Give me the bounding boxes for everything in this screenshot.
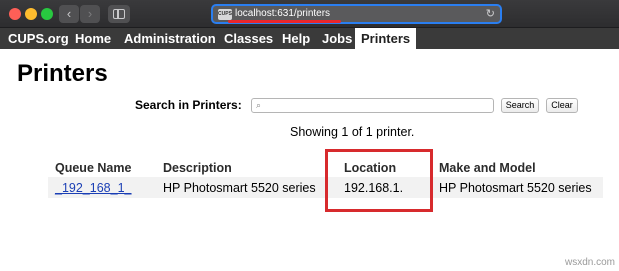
reload-icon[interactable]: ↻ bbox=[486, 6, 495, 22]
nav-link-classes[interactable]: Classes bbox=[224, 28, 273, 49]
cups-nav-bar: CUPS.org Home Administration Classes Hel… bbox=[0, 28, 619, 49]
chevron-right-icon: › bbox=[87, 6, 93, 21]
watermark: wsxdn.com bbox=[564, 257, 615, 268]
forward-button[interactable]: › bbox=[80, 5, 100, 23]
nav-link-administration[interactable]: Administration bbox=[124, 28, 216, 49]
page-title: Printers bbox=[17, 60, 108, 87]
search-input[interactable] bbox=[251, 98, 494, 113]
browser-toolbar: ‹ › CUPS localhost:631/printers ↻ bbox=[0, 0, 619, 28]
column-header-make-model[interactable]: Make and Model bbox=[439, 161, 536, 175]
site-favicon: CUPS bbox=[218, 9, 232, 20]
location-highlight-box bbox=[325, 149, 433, 212]
nav-link-jobs[interactable]: Jobs bbox=[322, 28, 352, 49]
nav-link-help[interactable]: Help bbox=[282, 28, 310, 49]
close-window-button[interactable] bbox=[9, 8, 21, 20]
printer-make-model: HP Photosmart 5520 series bbox=[439, 181, 592, 195]
nav-link-cups-org[interactable]: CUPS.org bbox=[8, 28, 69, 49]
nav-link-home[interactable]: Home bbox=[75, 28, 111, 49]
address-bar[interactable]: CUPS localhost:631/printers ↻ bbox=[211, 4, 502, 24]
clear-button[interactable]: Clear bbox=[546, 98, 578, 113]
column-header-description[interactable]: Description bbox=[163, 161, 232, 175]
nav-link-printers[interactable]: Printers bbox=[355, 28, 417, 49]
sidebar-icon bbox=[113, 9, 125, 19]
column-header-queue-name[interactable]: Queue Name bbox=[55, 161, 131, 175]
search-label: Search in Printers: bbox=[135, 98, 242, 112]
queue-name-link[interactable]: _192_168_1_ bbox=[55, 181, 131, 195]
url-underline-annotation bbox=[228, 20, 341, 23]
results-summary: Showing 1 of 1 printer. bbox=[290, 125, 415, 139]
printer-description: HP Photosmart 5520 series bbox=[163, 181, 316, 195]
chevron-left-icon: ‹ bbox=[66, 6, 72, 21]
minimize-window-button[interactable] bbox=[25, 8, 37, 20]
search-icon: ⌕ bbox=[256, 100, 262, 110]
zoom-window-button[interactable] bbox=[41, 8, 53, 20]
back-button[interactable]: ‹ bbox=[59, 5, 79, 23]
search-button[interactable]: Search bbox=[501, 98, 539, 113]
sidebar-toggle-button[interactable] bbox=[108, 5, 130, 23]
